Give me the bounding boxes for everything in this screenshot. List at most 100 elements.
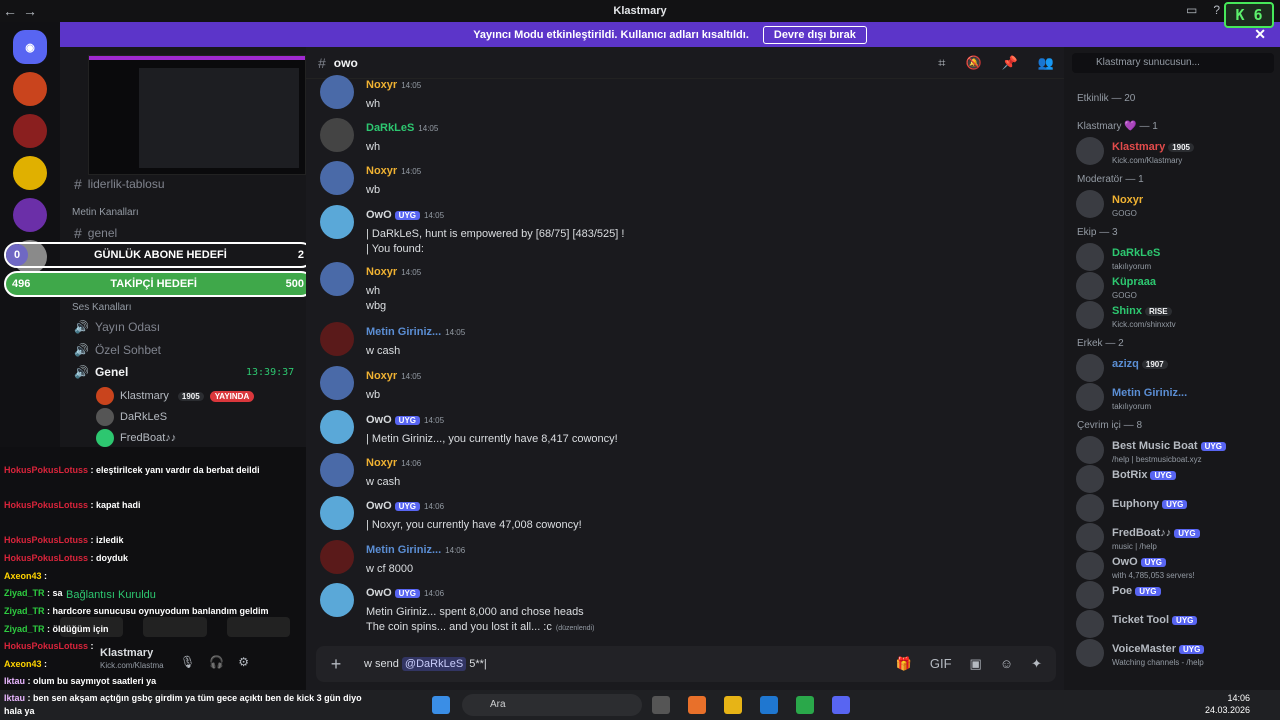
- voice-user[interactable]: DaRkLeS: [96, 408, 167, 426]
- mic-icon[interactable]: 🎙: [180, 655, 195, 669]
- avatar[interactable]: [320, 583, 354, 617]
- windows-start-icon[interactable]: [432, 696, 450, 714]
- member-item[interactable]: DaRkLeS takılıyorum: [1076, 243, 1160, 271]
- input-value[interactable]: w send @DaRkLeS 5**|: [364, 657, 487, 671]
- plus-icon[interactable]: +: [316, 654, 356, 675]
- server-icon[interactable]: [13, 198, 47, 232]
- category-voice[interactable]: Ses Kanalları: [72, 302, 131, 313]
- avatar[interactable]: [320, 205, 354, 239]
- settings-icon[interactable]: ⚙: [238, 655, 249, 669]
- message-input[interactable]: + w send @DaRkLeS 5**| 🎁 GIF ▣ ☺ ✦: [316, 646, 1056, 682]
- server-icon[interactable]: [13, 156, 47, 190]
- member-item[interactable]: Küpraaa GOGO: [1076, 272, 1156, 300]
- server-icon[interactable]: [13, 72, 47, 106]
- voice-user[interactable]: Klastmary 1905 YAYINDA: [96, 387, 255, 405]
- member-item[interactable]: FredBoat♪♪ UYG music | /help: [1076, 523, 1200, 551]
- chat-line: Iktau : olum bu saymıyot saatleri ya: [4, 676, 156, 686]
- channel-yayin[interactable]: 🔊 Yayın Odası: [74, 320, 160, 334]
- author-name[interactable]: OwO: [366, 414, 392, 426]
- discord-home-icon[interactable]: ◉: [13, 30, 47, 64]
- chat-user: Axeon43: [4, 571, 42, 581]
- author-name[interactable]: Noxyr: [366, 370, 397, 382]
- avatar[interactable]: [320, 75, 354, 109]
- author-name[interactable]: DaRkLeS: [366, 122, 414, 134]
- author-name[interactable]: Noxyr: [366, 266, 397, 278]
- channel-genel-voice[interactable]: 🔊 Genel 13:39:37: [74, 365, 294, 379]
- help-icon[interactable]: ?: [1213, 3, 1220, 17]
- members-icon[interactable]: 👥: [1038, 55, 1054, 71]
- chat-user: Ziyad_TR: [4, 606, 45, 616]
- inbox-icon[interactable]: ▭: [1186, 3, 1197, 17]
- taskbar-search[interactable]: Ara: [462, 694, 642, 716]
- author-name[interactable]: Metin Giriniz...: [366, 544, 441, 556]
- member-item[interactable]: Poe UYG: [1076, 581, 1161, 609]
- avatar[interactable]: [320, 366, 354, 400]
- member-item[interactable]: Noxyr GOGO: [1076, 190, 1143, 218]
- pin-icon[interactable]: 📌: [1002, 55, 1018, 71]
- gift-icon[interactable]: 🎁: [896, 656, 912, 672]
- member-name: DaRkLeS: [1112, 247, 1161, 259]
- taskview-icon[interactable]: [652, 696, 670, 714]
- explorer-icon[interactable]: [724, 696, 742, 714]
- avatar[interactable]: [320, 496, 354, 530]
- server-search[interactable]: Klastmary sunucusun...: [1072, 53, 1274, 73]
- member-item[interactable]: VoiceMaster UYG Watching channels - /help: [1076, 639, 1205, 667]
- member-item[interactable]: Euphony UYG: [1076, 494, 1188, 522]
- stream-preview[interactable]: [88, 55, 306, 175]
- member-item[interactable]: Shinx RISE Kick.com/shinxxtv: [1076, 301, 1176, 329]
- sticker-icon[interactable]: ▣: [970, 656, 982, 672]
- disable-button[interactable]: Devre dışı bırak: [762, 25, 867, 44]
- message-text: w cash: [366, 345, 401, 357]
- member-item[interactable]: Best Music Boat UYG/help | bestmusicboat.…: [1076, 436, 1226, 464]
- channel-genel[interactable]: # genel: [74, 225, 117, 241]
- chat-line: Axeon43 :: [4, 659, 47, 669]
- author-name[interactable]: OwO: [366, 209, 392, 221]
- apps-icon[interactable]: ✦: [1031, 656, 1042, 672]
- channel-ozel[interactable]: 🔊 Özel Sohbet: [74, 343, 161, 357]
- clock[interactable]: 14:06 24.03.2026: [1205, 692, 1250, 716]
- author-name[interactable]: Noxyr: [366, 165, 397, 177]
- chat-user: HokusPokusLotuss: [4, 553, 89, 563]
- avatar[interactable]: [320, 453, 354, 487]
- category-text[interactable]: Metin Kanalları: [72, 207, 139, 218]
- member-item[interactable]: OwO UYG with 4,785,053 servers!: [1076, 552, 1195, 580]
- author-name[interactable]: OwO: [366, 500, 392, 512]
- title-bar: ← → Klastmary ▭ ?: [0, 0, 1280, 22]
- member-item[interactable]: BotRix UYG: [1076, 465, 1176, 493]
- author-name[interactable]: Noxyr: [366, 79, 397, 91]
- threads-icon[interactable]: ⌗: [938, 55, 945, 71]
- soundboard-button[interactable]: [226, 617, 290, 637]
- notification-icon[interactable]: 🔕: [965, 55, 981, 71]
- sub-goal-label: GÜNLÜK ABONE HEDEFİ: [94, 249, 227, 261]
- member-item[interactable]: Ticket Tool UYG: [1076, 610, 1198, 638]
- author-name[interactable]: Noxyr: [366, 457, 397, 469]
- author-name[interactable]: OwO: [366, 587, 392, 599]
- mail-icon[interactable]: [760, 696, 778, 714]
- activity-button[interactable]: [143, 617, 207, 637]
- message-text: wh: [366, 285, 381, 297]
- footer-username[interactable]: Klastmary: [100, 647, 153, 659]
- brave-icon[interactable]: [688, 696, 706, 714]
- member-item[interactable]: Klastmary 1905 Kick.com/Klastmary: [1076, 137, 1194, 165]
- close-icon[interactable]: ✕: [1254, 26, 1266, 43]
- avatar[interactable]: [320, 410, 354, 444]
- avatar[interactable]: [320, 262, 354, 296]
- server-icon[interactable]: [13, 114, 47, 148]
- gif-icon[interactable]: GIF: [930, 656, 952, 672]
- author-name[interactable]: Metin Giriniz...: [366, 326, 441, 338]
- avatar[interactable]: [320, 118, 354, 152]
- chat-text: :: [44, 659, 48, 669]
- member-item[interactable]: Metin Giriniz... takılıyorum: [1076, 383, 1187, 411]
- app-icon[interactable]: [796, 696, 814, 714]
- voice-user[interactable]: FredBoat♪♪: [96, 429, 176, 447]
- avatar[interactable]: [320, 161, 354, 195]
- avatar[interactable]: [320, 540, 354, 574]
- channel-leaderboard[interactable]: # liderlik-tablosu: [74, 176, 165, 192]
- activity-header[interactable]: Etkinlik — 20: [1077, 93, 1135, 104]
- message-text: The coin spins... and you lost it all...…: [366, 621, 552, 633]
- avatar[interactable]: [320, 322, 354, 356]
- discord-icon[interactable]: [832, 696, 850, 714]
- emoji-icon[interactable]: ☺: [1000, 656, 1013, 672]
- headphone-icon[interactable]: 🎧: [209, 655, 224, 669]
- member-item[interactable]: azizq 1907: [1076, 354, 1168, 382]
